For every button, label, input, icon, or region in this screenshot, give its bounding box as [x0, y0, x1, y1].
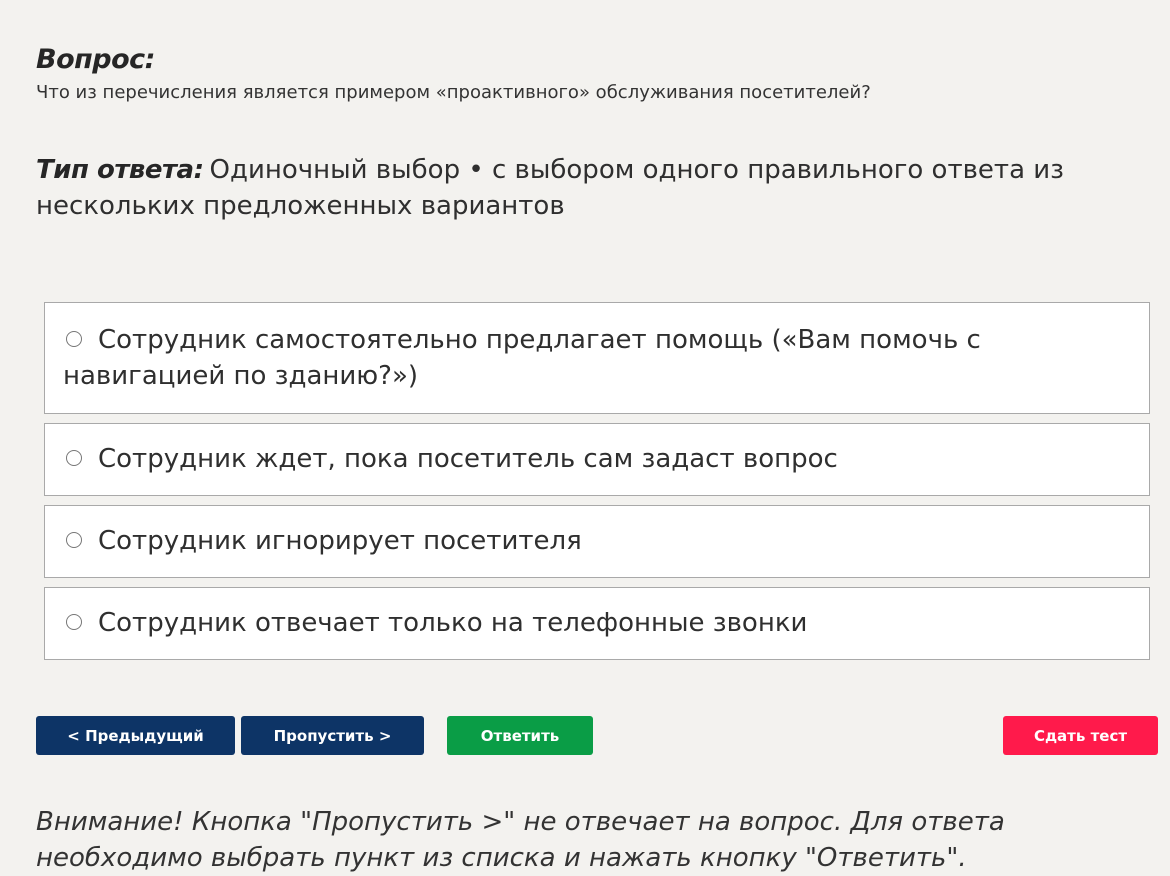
- skip-button[interactable]: Пропустить >: [241, 716, 424, 755]
- option-1[interactable]: Сотрудник самостоятельно предлагает помо…: [44, 302, 1150, 414]
- answer-type-label: Тип ответа:: [36, 155, 204, 185]
- previous-button[interactable]: < Предыдущий: [36, 716, 235, 755]
- option-2[interactable]: Сотрудник ждет, пока посетитель сам зада…: [44, 423, 1150, 496]
- option-3[interactable]: Сотрудник игнорирует посетителя: [44, 505, 1150, 578]
- option-4[interactable]: Сотрудник отвечает только на телефонные …: [44, 587, 1150, 660]
- skip-warning-notice: Внимание! Кнопка "Пропустить >" не отвеч…: [36, 807, 1005, 873]
- question-label: Вопрос:: [36, 44, 155, 75]
- options-list: Сотрудник самостоятельно предлагает помо…: [44, 302, 1150, 669]
- option-label: Сотрудник самостоятельно предлагает помо…: [63, 325, 981, 391]
- question-text: Что из перечисления является примером «п…: [36, 82, 871, 103]
- radio-unchecked-icon[interactable]: [66, 331, 82, 347]
- answer-type: Тип ответа: Одиночный выбор • с выбором о…: [36, 152, 1126, 224]
- submit-test-button[interactable]: Сдать тест: [1003, 716, 1158, 755]
- radio-unchecked-icon[interactable]: [66, 450, 82, 466]
- quiz-page: Вопрос: Что из перечисления является при…: [36, 0, 1170, 873]
- radio-unchecked-icon[interactable]: [66, 614, 82, 630]
- radio-unchecked-icon[interactable]: [66, 532, 82, 548]
- option-label: Сотрудник ждет, пока посетитель сам зада…: [98, 444, 838, 474]
- option-label: Сотрудник игнорирует посетителя: [98, 526, 582, 556]
- answer-button[interactable]: Ответить: [447, 716, 593, 755]
- option-label: Сотрудник отвечает только на телефонные …: [98, 608, 808, 638]
